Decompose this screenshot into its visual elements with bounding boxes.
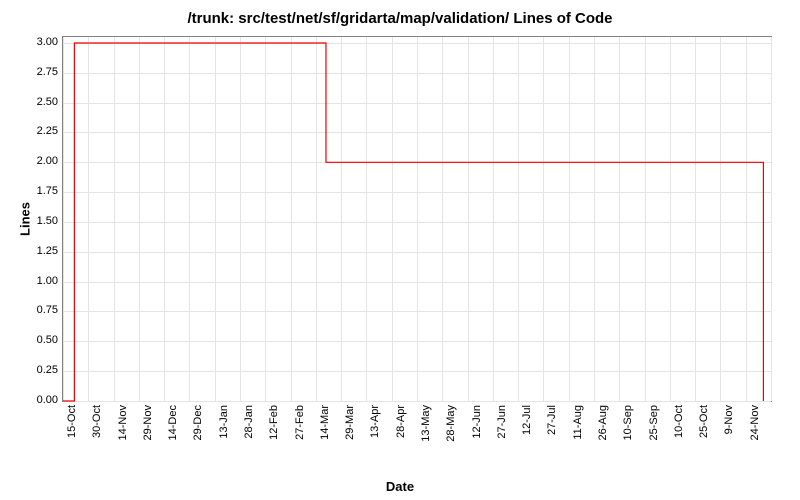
x-tick-label: 14-Nov <box>117 405 129 465</box>
series-path <box>63 43 763 401</box>
x-tick-label: 12-Jun <box>471 405 483 465</box>
x-tick-label: 27-Jun <box>496 405 508 465</box>
y-tick-label: 0.50 <box>8 334 58 346</box>
x-tick-label: 13-May <box>420 405 432 465</box>
gridline-v <box>771 37 772 401</box>
y-tick-label: 0.75 <box>8 304 58 316</box>
x-tick-label: 29-Mar <box>344 405 356 465</box>
y-tick-label: 2.00 <box>8 155 58 167</box>
y-tick-label: 2.75 <box>8 66 58 78</box>
x-tick-label: 27-Feb <box>294 405 306 465</box>
x-tick-label: 29-Nov <box>142 405 154 465</box>
x-tick-label: 10-Sep <box>622 405 634 465</box>
y-tick-label: 2.50 <box>8 96 58 108</box>
x-axis-label: Date <box>0 479 800 494</box>
x-tick-label: 13-Jan <box>218 405 230 465</box>
y-tick-label: 1.00 <box>8 275 58 287</box>
y-tick-label: 0.00 <box>8 394 58 406</box>
x-tick-label: 14-Mar <box>319 405 331 465</box>
y-tick-label: 2.25 <box>8 125 58 137</box>
x-tick-label: 26-Aug <box>597 405 609 465</box>
y-tick-label: 1.75 <box>8 185 58 197</box>
gridline-h <box>63 401 771 402</box>
y-tick-label: 1.25 <box>8 245 58 257</box>
plot-area <box>62 36 772 402</box>
chart-title: /trunk: src/test/net/sf/gridarta/map/val… <box>0 10 800 27</box>
x-tick-label: 12-Feb <box>268 405 280 465</box>
x-tick-label: 28-Apr <box>395 405 407 465</box>
x-tick-label: 14-Dec <box>167 405 179 465</box>
x-tick-label: 29-Dec <box>192 405 204 465</box>
y-tick-label: 3.00 <box>8 36 58 48</box>
x-tick-label: 10-Oct <box>673 405 685 465</box>
x-tick-label: 15-Oct <box>66 405 78 465</box>
chart-container: /trunk: src/test/net/sf/gridarta/map/val… <box>0 0 800 500</box>
x-tick-label: 9-Nov <box>723 405 735 465</box>
x-tick-label: 28-May <box>445 405 457 465</box>
y-tick-label: 0.25 <box>8 364 58 376</box>
line-series <box>63 37 771 401</box>
x-tick-label: 30-Oct <box>91 405 103 465</box>
x-tick-label: 11-Aug <box>572 405 584 465</box>
x-tick-label: 25-Sep <box>648 405 660 465</box>
x-tick-label: 27-Jul <box>546 405 558 465</box>
x-tick-label: 13-Apr <box>369 405 381 465</box>
y-tick-label: 1.50 <box>8 215 58 227</box>
x-tick-label: 12-Jul <box>521 405 533 465</box>
x-tick-label: 24-Nov <box>749 405 761 465</box>
x-tick-label: 28-Jan <box>243 405 255 465</box>
x-tick-label: 25-Oct <box>698 405 710 465</box>
